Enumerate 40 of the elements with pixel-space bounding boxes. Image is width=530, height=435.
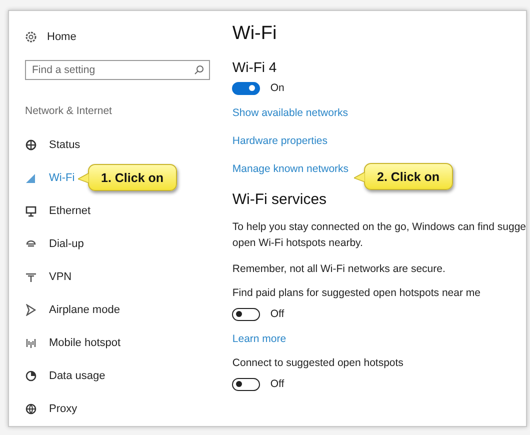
link[interactable]: Learn more [232,325,286,353]
toggle-switch[interactable] [232,82,260,94]
signal-icon [25,172,37,184]
description-text: To help you stay connected on the go, Windows can find sugge [232,220,526,235]
toggle-state: On [270,82,284,94]
setting-label: Connect to suggested open hotspots [232,357,404,371]
link[interactable]: Show available networks [232,99,348,127]
globe-icon [25,402,37,414]
nav-item[interactable]: Proxy [25,392,78,425]
toggle-switch[interactable] [232,378,260,390]
callout-pointer [354,172,365,182]
page-title: Wi-Fi [232,23,278,46]
toggle-switch[interactable] [232,308,260,320]
search-field[interactable]: Find a setting [25,60,210,80]
setting-label: Find paid plans for suggested open hotspots near me [232,287,482,301]
callout-pointer [78,172,89,182]
nav-item[interactable]: Airplane mode [25,293,120,326]
toggle-state: Off [270,378,284,390]
description-text: open Wi-Fi hotspots nearby. [232,236,364,251]
nav-item[interactable]: Ethernet [25,194,91,227]
nav-item[interactable]: Status [25,128,80,161]
link[interactable]: Hardware properties [232,127,328,155]
pie-chart-icon [25,370,37,382]
toggle-state: Off [270,308,284,320]
section-heading: Wi-Fi services [232,191,328,210]
nav-item[interactable]: Data usage [25,359,106,392]
nav-item[interactable]: Wi-Fi [25,161,75,194]
home-link[interactable]: Home [25,28,210,46]
description-text: Remember, not all Wi-Fi networks are secure. [232,262,446,277]
adapter-name: Wi-Fi 4 [232,59,278,77]
link[interactable]: Manage known networks [232,155,349,183]
search-icon [194,65,204,75]
monitor-icon [25,204,37,216]
airplane-icon [25,304,37,316]
section-label: Network & Internet [25,105,113,119]
gear-icon [25,31,37,43]
nav-item[interactable]: Mobile hotspot [25,326,121,359]
globe-icon [25,138,37,150]
nav-item[interactable]: Dial-up [25,227,84,260]
nav-item[interactable]: VPN [25,260,72,293]
